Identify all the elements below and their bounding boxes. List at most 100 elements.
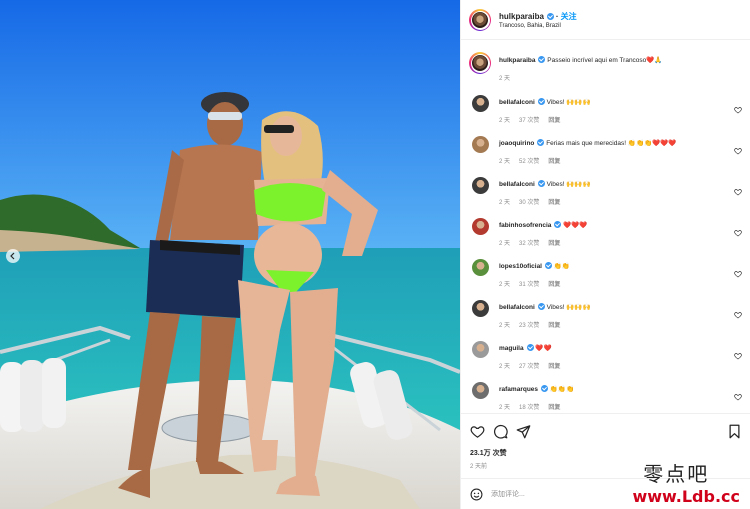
reply-button[interactable]: 回复	[548, 159, 560, 165]
carousel-prev-button[interactable]	[6, 249, 20, 263]
reply-button[interactable]: 回复	[548, 282, 560, 288]
comment-emojis: 👏👏👏	[549, 386, 575, 393]
comment-item: rafamarques 👏👏👏 2 天 18 次赞 回复	[461, 377, 750, 413]
commenter-username[interactable]: rafamarques	[499, 386, 538, 393]
commenter-avatar[interactable]	[472, 341, 489, 358]
comment-meta: 2 天 31 次赞 回复	[499, 279, 569, 288]
follow-button[interactable]: 关注	[561, 12, 577, 21]
commenter-avatar[interactable]	[472, 259, 489, 276]
comment-time: 2 天	[499, 364, 511, 370]
comment-meta: 2 天 37 次赞 回复	[499, 115, 569, 124]
comment-line: joaoquirino Ferias mais que merecidas! 👏…	[499, 139, 676, 147]
commenter-avatar[interactable]	[472, 177, 489, 194]
share-button[interactable]	[516, 424, 531, 439]
comment-meta: 2 天 30 次赞 回复	[499, 197, 569, 206]
commenter-username[interactable]: lopes10oficial	[499, 263, 542, 270]
verified-badge-icon	[537, 98, 545, 105]
save-icon	[729, 424, 740, 439]
commenter-avatar[interactable]	[472, 95, 489, 112]
commenter-avatar[interactable]	[472, 300, 489, 317]
post-header: hulkparaiba · 关注 Trancoso, Bahia, Brazil	[461, 0, 750, 40]
emoji-button[interactable]	[470, 488, 483, 501]
comment-emojis: ❤️❤️❤️	[563, 222, 588, 229]
comment-like-button[interactable]	[734, 306, 742, 319]
likes-count[interactable]: 23.1万 次赞	[470, 448, 507, 458]
comment-item: maguila ❤️❤️ 2 天 27 次赞 回复	[461, 336, 750, 377]
comment-likes[interactable]: 23 次赞	[519, 323, 539, 329]
reply-button[interactable]: 回复	[548, 364, 560, 370]
heart-icon	[734, 189, 742, 196]
comment-emojis: 👏👏👏❤️❤️❤️	[627, 140, 677, 147]
verified-badge-icon	[526, 344, 534, 351]
comment-time: 2 天	[499, 200, 511, 206]
caption-username[interactable]: hulkparaiba	[499, 57, 535, 64]
caption-body: Passeio incrível aqui em Trancoso	[547, 57, 647, 64]
comment-emojis: 👏👏	[553, 263, 570, 270]
caption-avatar[interactable]	[469, 52, 491, 74]
comment-line: lopes10oficial 👏👏	[499, 262, 570, 270]
heart-icon	[734, 353, 742, 360]
comment-likes[interactable]: 30 次赞	[519, 200, 539, 206]
verified-badge-icon	[545, 262, 552, 269]
commenter-username[interactable]: fabinhosofrencia	[499, 222, 551, 229]
reply-button[interactable]: 回复	[548, 323, 560, 329]
caption-emojis: ❤️🙏	[646, 57, 663, 64]
comment-item: bellafalconi Vibes! 🙌🙌🙌 2 天 23 次赞 回复	[461, 295, 750, 336]
comment-likes[interactable]: 32 次赞	[519, 241, 539, 247]
verified-badge-icon	[537, 180, 545, 187]
comments-list[interactable]: bellafalconi Vibes! 🙌🙌🙌 2 天 37 次赞 回复 joaoqui…	[461, 90, 750, 413]
comment-likes[interactable]: 52 次赞	[519, 159, 539, 165]
comment-likes[interactable]: 18 次赞	[519, 405, 539, 411]
comment-like-button[interactable]	[734, 142, 742, 155]
comment-like-button[interactable]	[734, 183, 742, 196]
comment-time: 2 天	[499, 405, 511, 411]
comment-like-button[interactable]	[734, 101, 742, 114]
reply-button[interactable]: 回复	[548, 118, 560, 124]
verified-badge-icon	[538, 56, 546, 63]
commenter-username[interactable]: bellafalconi	[499, 99, 535, 106]
comment-item: lopes10oficial 👏👏 2 天 31 次赞 回复	[461, 254, 750, 295]
comment-button[interactable]	[493, 424, 508, 439]
comment-emojis: 🙌🙌🙌	[566, 99, 591, 106]
comment-like-button[interactable]	[734, 347, 742, 360]
commenter-avatar[interactable]	[472, 136, 489, 153]
comment-text: Vibes!	[546, 304, 565, 311]
like-button[interactable]	[470, 424, 485, 439]
comment-time: 2 天	[499, 282, 511, 288]
share-icon	[516, 425, 531, 439]
commenter-username[interactable]: bellafalconi	[499, 181, 535, 188]
comment-time: 2 天	[499, 241, 511, 247]
comment-line: fabinhosofrencia ❤️❤️❤️	[499, 221, 587, 229]
comment-meta: 2 天 52 次赞 回复	[499, 156, 569, 165]
reply-button[interactable]: 回复	[548, 200, 560, 206]
save-button[interactable]	[727, 424, 742, 439]
comment-input[interactable]	[491, 486, 641, 502]
commenter-avatar[interactable]	[472, 218, 489, 235]
comment-like-button[interactable]	[734, 265, 742, 278]
comment-likes[interactable]: 37 次赞	[519, 118, 539, 124]
heart-icon	[734, 394, 742, 401]
author-avatar[interactable]	[469, 9, 491, 31]
reply-button[interactable]: 回复	[548, 241, 560, 247]
add-comment-bar	[461, 478, 750, 509]
heart-icon	[734, 148, 742, 155]
commenter-avatar[interactable]	[472, 382, 489, 399]
comment-text: Ferias mais que merecidas!	[546, 140, 627, 147]
emoji-icon	[470, 488, 483, 501]
comment-line: bellafalconi Vibes! 🙌🙌🙌	[499, 303, 591, 311]
author-line: hulkparaiba · 关注	[499, 11, 577, 22]
author-username[interactable]: hulkparaiba	[499, 12, 544, 21]
comment-line: bellafalconi Vibes! 🙌🙌🙌	[499, 180, 591, 188]
reply-button[interactable]: 回复	[548, 405, 560, 411]
commenter-username[interactable]: joaoquirino	[499, 140, 534, 147]
commenter-username[interactable]: maguila	[499, 345, 524, 352]
heart-icon	[734, 230, 742, 237]
comment-like-button[interactable]	[734, 224, 742, 237]
comment-like-button[interactable]	[734, 388, 742, 401]
post-location[interactable]: Trancoso, Bahia, Brazil	[499, 23, 561, 29]
commenter-username[interactable]: bellafalconi	[499, 304, 535, 311]
comment-likes[interactable]: 31 次赞	[519, 282, 539, 288]
comment-meta: 2 天 23 次赞 回复	[499, 320, 569, 329]
caption-time: 2 天	[499, 76, 511, 82]
comment-likes[interactable]: 27 次赞	[519, 364, 539, 370]
